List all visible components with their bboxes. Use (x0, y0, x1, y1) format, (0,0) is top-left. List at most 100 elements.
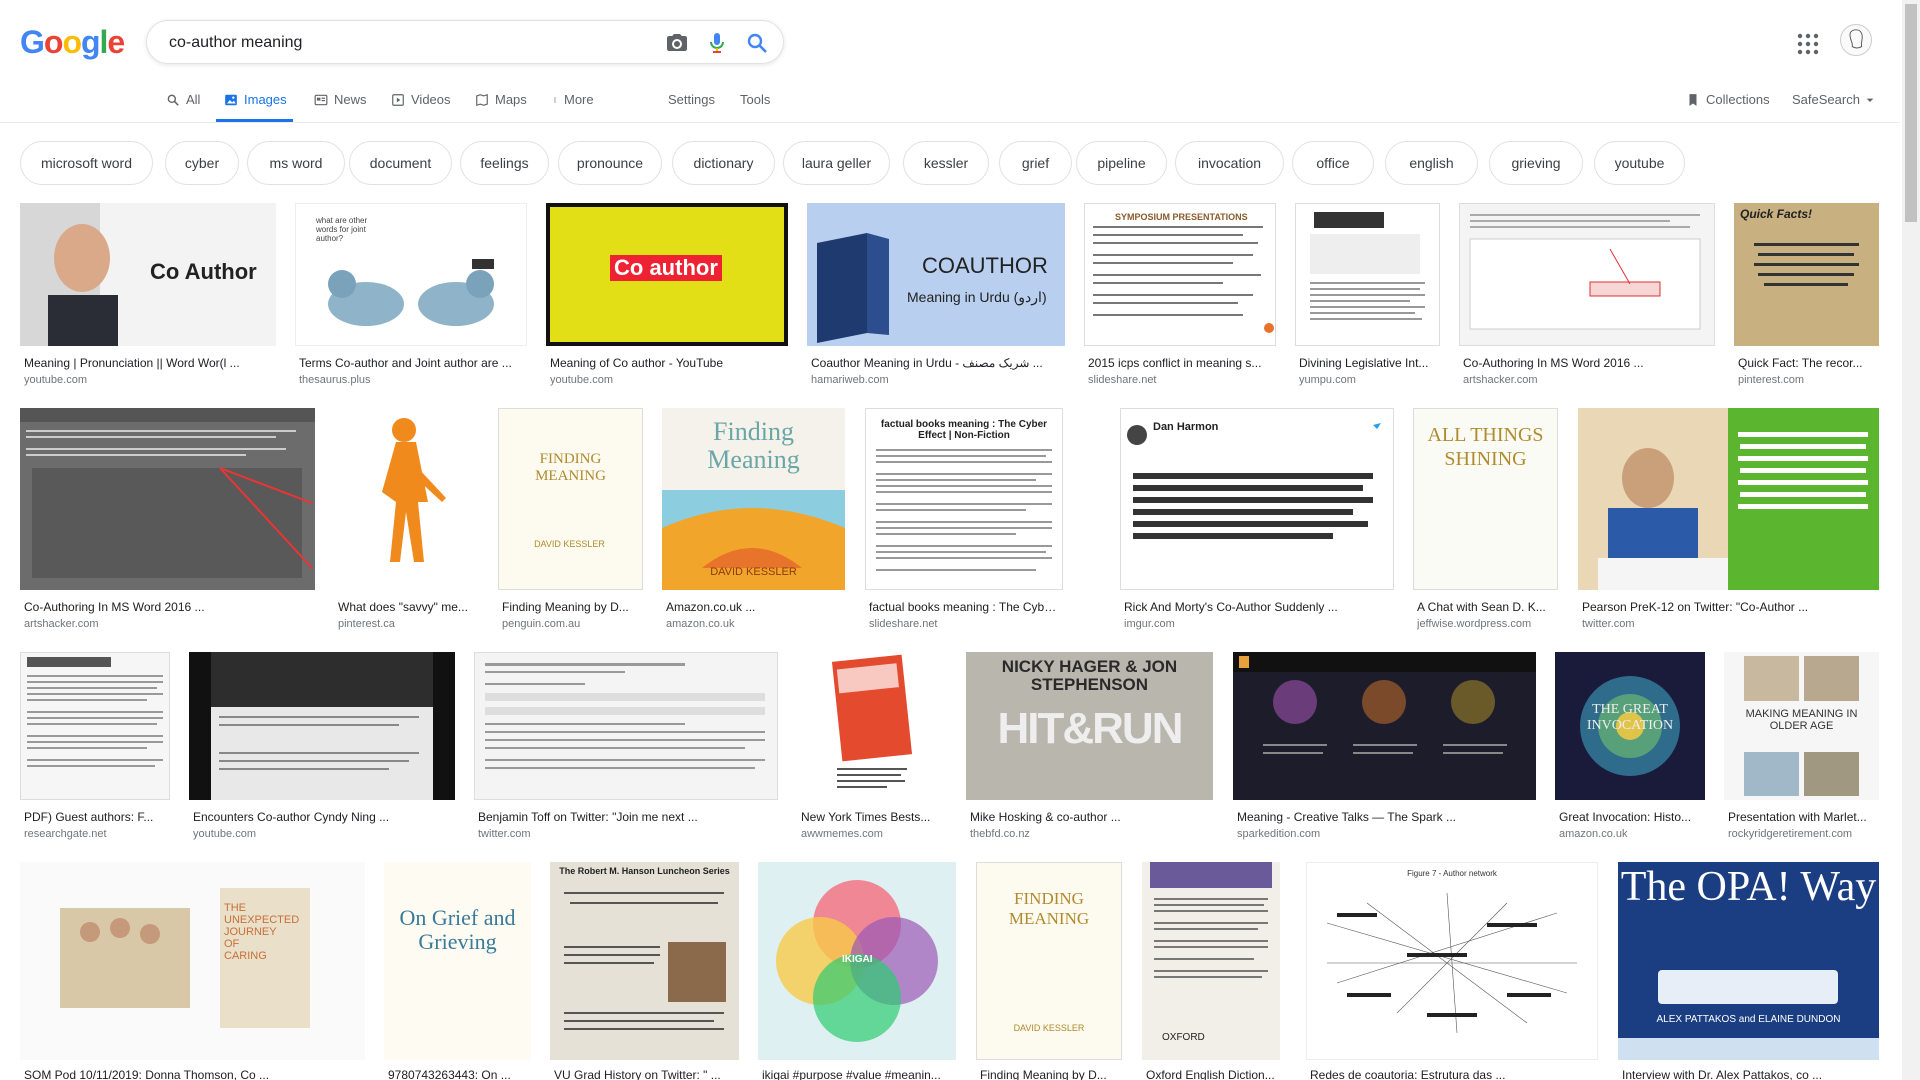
image-result[interactable]: Co author Meaning of Co author - YouTube… (546, 203, 788, 388)
document-page (485, 663, 765, 769)
image-result[interactable]: Co-Authoring In MS Word 2016 ... artshac… (1459, 203, 1715, 388)
thumbnail: factual books meaning : The Cyber Effect… (865, 408, 1063, 590)
image-result[interactable]: Quick Facts! Quick Fact: The recor... pi… (1734, 203, 1879, 388)
image-result[interactable]: Benjamin Toff on Twitter: "Join me next … (474, 652, 778, 842)
image-result[interactable]: Divining Legislative Int... yumpu.com (1295, 203, 1440, 388)
result-domain: rockyridgeretirement.com (1728, 828, 1853, 840)
thumb-caption: ALL THINGS SHINING (1427, 424, 1544, 470)
image-result[interactable]: THE UNEXPECTED JOURNEY OF CARING SOM Pod… (20, 862, 365, 1080)
thumbnail: what are other words for joint author? (295, 203, 527, 346)
image-result[interactable]: Co-Authoring In MS Word 2016 ... artshac… (20, 408, 315, 633)
thumbnail: IKIGAI (758, 862, 956, 1060)
result-title: Coauthor Meaning in Urdu - شریک مصنف ... (811, 356, 1043, 370)
thumbnail: Dan Harmon (1120, 408, 1394, 590)
result-title: 9780743263443: On ... (388, 1068, 511, 1080)
result-domain: slideshare.net (869, 618, 938, 630)
family-photo (60, 888, 310, 1028)
image-result[interactable]: The OPA! Way ALEX PATTAKOS and ELAINE DU… (1618, 862, 1879, 1080)
image-result[interactable]: FINDING MEANING DAVID KESSLER Finding Me… (498, 408, 643, 633)
thumbnail (334, 408, 479, 590)
image-result[interactable]: PDF) Guest authors: F... researchgate.ne… (20, 652, 170, 842)
result-title: VU Grad History on Twitter: " ... (554, 1068, 721, 1080)
thumbnail (474, 652, 778, 800)
thumbnail (20, 652, 170, 800)
book-photo (831, 654, 913, 788)
thumb-caption: FINDING MEANING (1008, 889, 1090, 928)
thumb-caption: factual books meaning : The Cyber Effect… (880, 419, 1048, 441)
result-title: Divining Legislative Int... (1299, 356, 1429, 370)
classroom-photo (1578, 408, 1868, 590)
result-domain: artshacker.com (24, 618, 99, 630)
thumb-caption: Co author (610, 255, 722, 281)
image-result[interactable]: THE GREAT INVOCATION Great Invocation: H… (1555, 652, 1705, 842)
image-result[interactable]: MAKING MEANING IN OLDER AGE Presentation… (1724, 652, 1879, 842)
result-title: factual books meaning : The Cyber ... (869, 600, 1059, 614)
result-title: Pearson PreK-12 on Twitter: "Co-Author .… (1582, 600, 1809, 614)
result-domain: thebfd.co.nz (970, 828, 1030, 840)
thumbnail: THE UNEXPECTED JOURNEY OF CARING (20, 862, 365, 1060)
thumbnail: MAKING MEANING IN OLDER AGE (1724, 652, 1879, 800)
image-result[interactable]: The Robert M. Hanson Luncheon Series VU … (550, 862, 739, 1080)
thumb-caption: THE UNEXPECTED JOURNEY OF CARING (224, 902, 300, 962)
image-result[interactable]: OXFORD Oxford English Diction... (1142, 862, 1280, 1080)
image-result[interactable]: what are other words for joint author? T… (295, 203, 527, 388)
thumbnail: The OPA! Way ALEX PATTAKOS and ELAINE DU… (1618, 862, 1879, 1060)
image-result[interactable]: FINDING MEANING DAVID KESSLER Finding Me… (976, 862, 1122, 1080)
result-domain: researchgate.net (24, 828, 107, 840)
image-result[interactable]: COAUTHOR Meaning in Urdu (اردو) Coauthor… (807, 203, 1065, 388)
document-page (27, 657, 163, 767)
image-result[interactable]: Pearson PreK-12 on Twitter: "Co-Author .… (1578, 408, 1879, 633)
image-result[interactable]: ALL THINGS SHINING A Chat with Sean D. K… (1413, 408, 1558, 633)
image-result[interactable]: factual books meaning : The Cyber Effect… (865, 408, 1063, 633)
thumb-caption: FINDING MEANING (535, 451, 606, 484)
image-result[interactable]: On Grief and Grieving 9780743263443: On … (384, 862, 531, 1080)
document-page (1310, 212, 1425, 320)
thumbnail (1578, 408, 1879, 590)
image-result[interactable]: IKIGAI ikigai #purpose #value #meanin... (758, 862, 956, 1080)
result-domain: pinterest.com (1738, 374, 1805, 386)
image-result[interactable]: Finding Meaning DAVID KESSLER Amazon.co.… (662, 408, 845, 633)
tweet-illustration (1127, 423, 1381, 539)
result-title: Interview with Dr. Alex Pattakos, co ... (1622, 1068, 1823, 1080)
thumb-caption: THE GREAT INVOCATION (1586, 702, 1674, 733)
result-domain: youtube.com (24, 374, 87, 386)
thumbnail (797, 652, 946, 800)
image-result[interactable]: Dan Harmon Rick And Morty's Co-Author Su… (1120, 408, 1394, 633)
result-domain: yumpu.com (1299, 374, 1356, 386)
thumb-caption-2: HIT&RUN (997, 704, 1184, 753)
image-result[interactable]: Co Author Meaning | Pronunciation || Wor… (20, 203, 276, 388)
image-result[interactable]: New York Times Bests... awwmemes.com (797, 652, 946, 842)
image-result[interactable]: Meaning - Creative Talks — The Spark ...… (1233, 652, 1536, 842)
thumbnail: ALL THINGS SHINING (1413, 408, 1558, 590)
result-domain: jeffwise.wordpress.com (1417, 618, 1532, 630)
result-title: Finding Meaning by D... (980, 1068, 1107, 1080)
image-result[interactable]: Encounters Co-author Cyndy Ning ... yout… (189, 652, 455, 842)
image-result[interactable]: Figure 7 - Author network Redes de coaut… (1306, 862, 1598, 1080)
result-title: Co-Authoring In MS Word 2016 ... (1463, 356, 1644, 370)
result-title: ikigai #purpose #value #meanin... (762, 1068, 941, 1080)
result-title: Amazon.co.uk ... (666, 600, 756, 614)
thumbnail: SYMPOSIUM PRESENTATIONS (1084, 203, 1276, 346)
website-screenshot (1233, 652, 1536, 754)
luncheon-flyer (564, 892, 726, 1030)
sunrise-illustration (662, 490, 845, 590)
thumb-caption: On Grief and Grieving (399, 905, 516, 954)
thumbnail (20, 408, 315, 590)
result-title: Meaning - Creative Talks — The Spark ... (1237, 810, 1456, 824)
image-result[interactable]: What does "savvy" me... pinterest.ca (334, 408, 479, 633)
thumbnail: Co Author (20, 203, 276, 346)
result-title: PDF) Guest authors: F... (24, 810, 154, 824)
image-result[interactable]: NICKY HAGER & JON STEPHENSON HIT&RUN Mik… (966, 652, 1213, 842)
scrollbar-thumb[interactable] (1905, 4, 1917, 222)
result-domain: twitter.com (1582, 618, 1635, 630)
thumb-caption-2: DAVID KESSLER (710, 566, 797, 578)
scrollbar[interactable] (1902, 0, 1920, 1080)
result-domain: sparkedition.com (1237, 828, 1321, 840)
image-result[interactable]: SYMPOSIUM PRESENTATIONS 2015 icps confli… (1084, 203, 1276, 388)
result-title: Encounters Co-author Cyndy Ning ... (193, 810, 390, 824)
screenshot-illustration (1469, 214, 1701, 330)
thumb-caption: COAUTHOR (922, 253, 1048, 278)
thumbnail: NICKY HAGER & JON STEPHENSON HIT&RUN (966, 652, 1213, 800)
thumb-caption: Co Author (150, 259, 257, 284)
dictionary-page (1150, 862, 1272, 978)
